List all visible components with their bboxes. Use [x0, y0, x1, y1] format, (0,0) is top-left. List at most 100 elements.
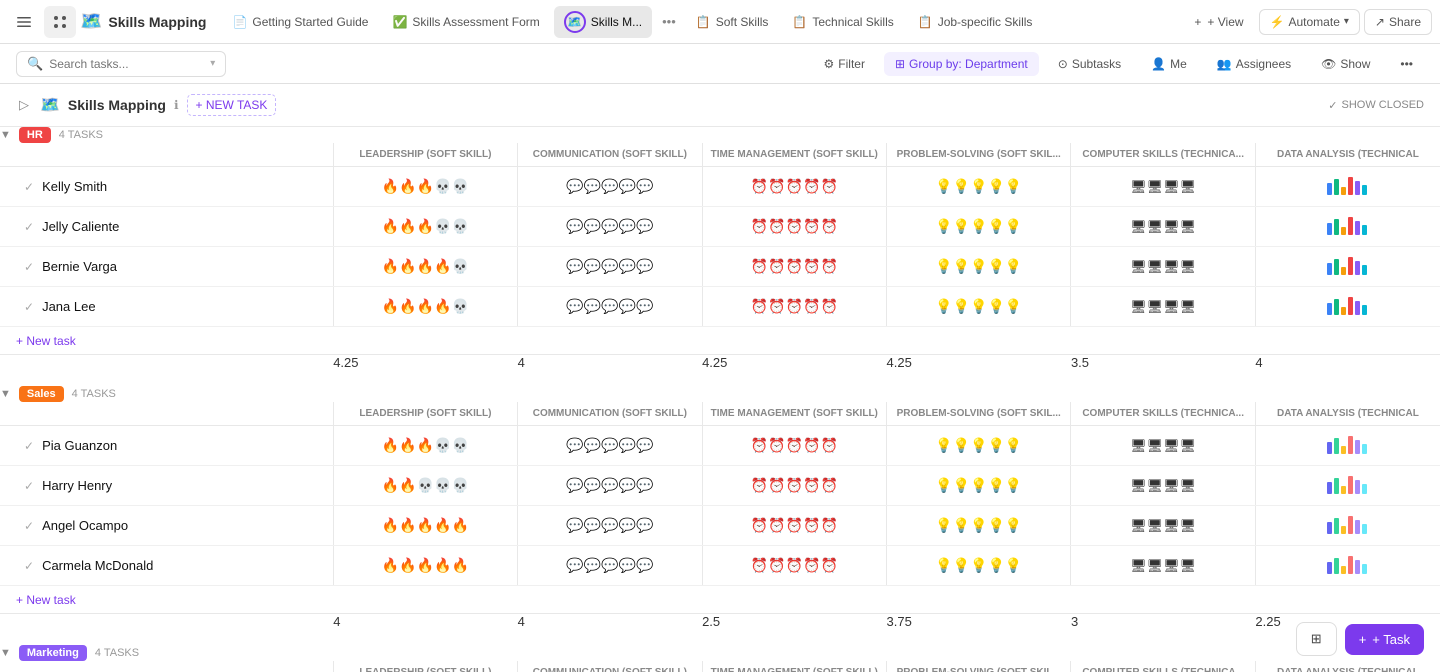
app-icon: 🗺️	[80, 11, 102, 32]
data-cell[interactable]	[1255, 506, 1440, 546]
communication-cell[interactable]: 💬💬💬💬💬	[518, 426, 702, 466]
time-cell[interactable]: ⏰⏰⏰⏰⏰	[702, 466, 886, 506]
communication-cell[interactable]: 💬💬💬💬💬	[518, 466, 702, 506]
leadership-cell[interactable]: 🔥🔥💀💀💀	[333, 466, 517, 506]
computer-cell[interactable]: 🖥🖥🖥🖥	[1071, 466, 1255, 506]
leadership-cell[interactable]: 🔥🔥🔥💀💀	[333, 207, 517, 247]
table-view-button[interactable]: ⊞	[1296, 622, 1337, 656]
more-tabs-button[interactable]: •••	[656, 9, 682, 34]
group-collapse-icon[interactable]: ▼	[0, 388, 11, 400]
problem-cell[interactable]: 💡💡💡💡💡	[887, 167, 1071, 207]
communication-cell[interactable]: 💬💬💬💬💬	[518, 287, 702, 327]
problem-cell[interactable]: 💡💡💡💡💡	[887, 426, 1071, 466]
new-task-button[interactable]: + NEW TASK	[187, 94, 277, 116]
search-bar[interactable]: 🔍 ▾	[16, 51, 226, 77]
computer-cell[interactable]: 🖥🖥🖥🖥	[1071, 506, 1255, 546]
data-cell[interactable]	[1255, 426, 1440, 466]
time-cell[interactable]: ⏰⏰⏰⏰⏰	[702, 506, 886, 546]
tab-getting-started[interactable]: 📄 Getting Started Guide	[222, 10, 378, 34]
table-row[interactable]: ✓ Pia Guanzon 🔥🔥🔥💀💀 💬💬💬💬💬 ⏰⏰⏰⏰⏰ 💡💡💡💡💡 🖥🖥…	[0, 426, 1440, 466]
share-icon: ↗	[1375, 15, 1385, 29]
share-button[interactable]: ↗ Share	[1364, 9, 1432, 35]
data-cell[interactable]	[1255, 287, 1440, 327]
filter-button[interactable]: ⚙ Filter	[813, 52, 876, 76]
table-row[interactable]: ✓ Angel Ocampo 🔥🔥🔥🔥🔥 💬💬💬💬💬 ⏰⏰⏰⏰⏰ 💡💡💡💡💡 🖥…	[0, 506, 1440, 546]
automate-button[interactable]: ⚡ Automate ▾	[1259, 9, 1360, 35]
menu-button[interactable]	[8, 6, 40, 38]
data-cell[interactable]	[1255, 207, 1440, 247]
me-button[interactable]: 👤 Me	[1140, 52, 1198, 76]
show-closed-button[interactable]: ✓ SHOW CLOSED	[1328, 99, 1424, 112]
tab-soft-skills[interactable]: 📋 Soft Skills	[686, 10, 779, 34]
time-cell[interactable]: ⏰⏰⏰⏰⏰	[702, 546, 886, 586]
table-row[interactable]: ✓ Carmela McDonald 🔥🔥🔥🔥🔥 💬💬💬💬💬 ⏰⏰⏰⏰⏰ 💡💡💡…	[0, 546, 1440, 586]
table-row[interactable]: ✓ Kelly Smith 🔥🔥🔥💀💀 💬💬💬💬💬 ⏰⏰⏰⏰⏰ 💡💡💡💡💡 🖥🖥…	[0, 167, 1440, 207]
problem-cell[interactable]: 💡💡💡💡💡	[887, 207, 1071, 247]
problem-cell[interactable]: 💡💡💡💡💡	[887, 506, 1071, 546]
computer-cell[interactable]: 🖥🖥🖥🖥	[1071, 546, 1255, 586]
tab-assessment[interactable]: ✅ Skills Assessment Form	[382, 10, 549, 34]
computer-cell[interactable]: 🖥🖥🖥🖥	[1071, 287, 1255, 327]
task-name-cell: ✓ Jana Lee	[0, 287, 333, 327]
time-cell[interactable]: ⏰⏰⏰⏰⏰	[702, 287, 886, 327]
problem-cell[interactable]: 💡💡💡💡💡	[887, 466, 1071, 506]
time-cell[interactable]: ⏰⏰⏰⏰⏰	[702, 247, 886, 287]
add-task-button[interactable]: + + Task	[1345, 624, 1424, 655]
computer-cell[interactable]: 🖥🖥🖥🖥	[1071, 247, 1255, 287]
communication-cell[interactable]: 💬💬💬💬💬	[518, 207, 702, 247]
computer-cell[interactable]: 🖥🖥🖥🖥	[1071, 207, 1255, 247]
leadership-cell[interactable]: 🔥🔥🔥🔥💀	[333, 247, 517, 287]
data-cell[interactable]	[1255, 167, 1440, 207]
data-cell[interactable]	[1255, 466, 1440, 506]
communication-cell[interactable]: 💬💬💬💬💬	[518, 247, 702, 287]
problem-cell[interactable]: 💡💡💡💡💡	[887, 247, 1071, 287]
group-by-button[interactable]: ⊞ Group by: Department	[884, 52, 1039, 76]
show-icon: 👁	[1321, 57, 1336, 71]
soft-skills-icon: 📋	[696, 15, 711, 29]
time-cell[interactable]: ⏰⏰⏰⏰⏰	[702, 426, 886, 466]
leadership-cell[interactable]: 🔥🔥🔥💀💀	[333, 167, 517, 207]
subtasks-button[interactable]: ⊙ Subtasks	[1047, 52, 1132, 76]
show-button[interactable]: 👁 Show	[1310, 52, 1381, 76]
table-row[interactable]: ✓ Jana Lee 🔥🔥🔥🔥💀 💬💬💬💬💬 ⏰⏰⏰⏰⏰ 💡💡💡💡💡 🖥🖥🖥🖥	[0, 287, 1440, 327]
list-collapse-button[interactable]: ▷	[16, 97, 32, 113]
communication-cell[interactable]: 💬💬💬💬💬	[518, 546, 702, 586]
new-task-row[interactable]: + New task	[0, 327, 1440, 355]
tab-skills-m[interactable]: 🗺️ Skills M...	[554, 6, 652, 38]
table-row[interactable]: ✓ Jelly Caliente 🔥🔥🔥💀💀 💬💬💬💬💬 ⏰⏰⏰⏰⏰ 💡💡💡💡💡…	[0, 207, 1440, 247]
data-cell[interactable]	[1255, 247, 1440, 287]
group-collapse-icon[interactable]: ▼	[0, 647, 11, 659]
leadership-cell[interactable]: 🔥🔥🔥🔥🔥	[333, 546, 517, 586]
computer-cell[interactable]: 🖥🖥🖥🖥	[1071, 167, 1255, 207]
score-cell-4: 3.5	[1071, 355, 1255, 371]
col-header-data: DATA ANALYSIS (TECHNICAL	[1255, 661, 1440, 672]
new-task-row[interactable]: + New task	[0, 586, 1440, 614]
communication-cell[interactable]: 💬💬💬💬💬	[518, 506, 702, 546]
communication-cell[interactable]: 💬💬💬💬💬	[518, 167, 702, 207]
data-cell[interactable]	[1255, 546, 1440, 586]
search-input[interactable]	[49, 57, 204, 71]
leadership-cell[interactable]: 🔥🔥🔥💀💀	[333, 426, 517, 466]
time-cell[interactable]: ⏰⏰⏰⏰⏰	[702, 167, 886, 207]
new-task-link[interactable]: + New task	[16, 593, 76, 607]
view-button[interactable]: + + View	[1183, 9, 1254, 35]
more-options-button[interactable]: •••	[1389, 52, 1424, 76]
tab-technical-skills[interactable]: 📋 Technical Skills	[782, 10, 903, 34]
group-collapse-icon[interactable]: ▼	[0, 129, 11, 141]
apps-button[interactable]	[44, 6, 76, 38]
table-row[interactable]: ✓ Harry Henry 🔥🔥💀💀💀 💬💬💬💬💬 ⏰⏰⏰⏰⏰ 💡💡💡💡💡 🖥🖥…	[0, 466, 1440, 506]
problem-cell[interactable]: 💡💡💡💡💡	[887, 546, 1071, 586]
leadership-cell[interactable]: 🔥🔥🔥🔥💀	[333, 287, 517, 327]
col-header-computer: COMPUTER SKILLS (TECHNICA...	[1071, 143, 1255, 167]
task-name: Kelly Smith	[42, 179, 107, 194]
leadership-cell[interactable]: 🔥🔥🔥🔥🔥	[333, 506, 517, 546]
problem-cell[interactable]: 💡💡💡💡💡	[887, 287, 1071, 327]
new-task-link[interactable]: + New task	[16, 334, 76, 348]
computer-cell[interactable]: 🖥🖥🖥🖥	[1071, 426, 1255, 466]
tab-job-specific[interactable]: 📋 Job-specific Skills	[908, 10, 1043, 34]
assignees-button[interactable]: 👥 Assignees	[1206, 52, 1302, 76]
list-info-button[interactable]: ℹ	[174, 98, 179, 112]
table-row[interactable]: ✓ Bernie Varga 🔥🔥🔥🔥💀 💬💬💬💬💬 ⏰⏰⏰⏰⏰ 💡💡💡💡💡 🖥…	[0, 247, 1440, 287]
time-cell[interactable]: ⏰⏰⏰⏰⏰	[702, 207, 886, 247]
col-header-leadership: LEADERSHIP (SOFT SKILL)	[333, 402, 517, 426]
